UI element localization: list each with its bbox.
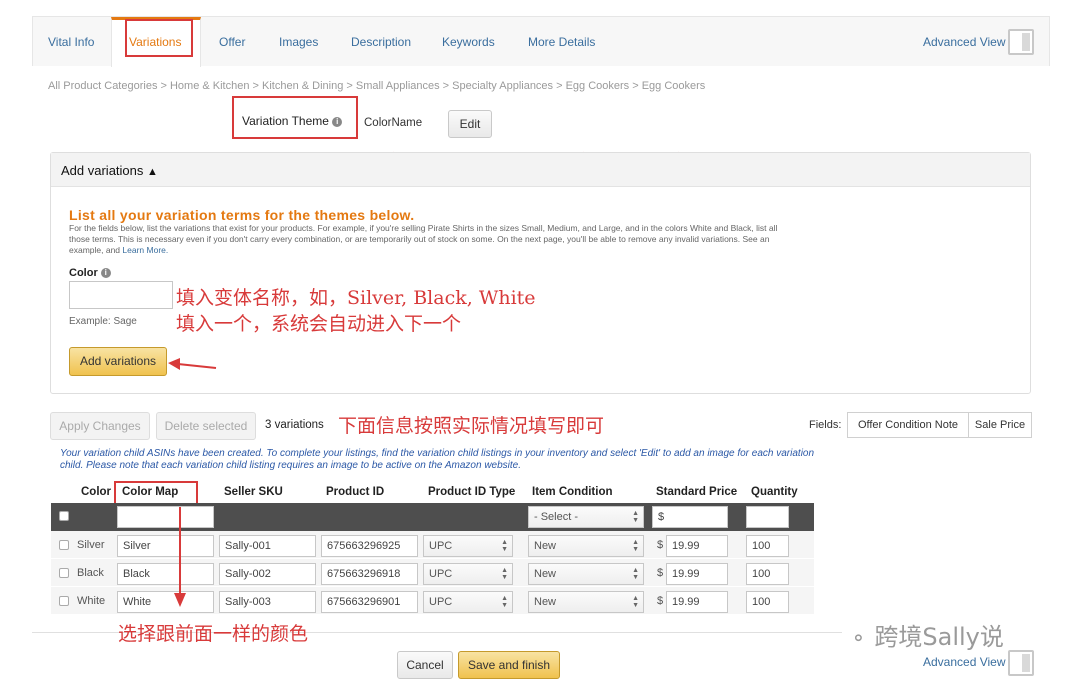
color-example: Example: Sage: [69, 316, 137, 327]
price-input[interactable]: 19.99: [666, 535, 728, 557]
terms-description: For the fields below, list the variation…: [69, 223, 778, 255]
select-arrows-icon: ▲ ▼: [501, 595, 508, 609]
variation-theme-label: Variation Theme i: [242, 114, 343, 128]
annotation-name-note-2: 填入一个，系统会自动进入下一个: [176, 313, 462, 335]
product-id-input[interactable]: 675663296925: [321, 535, 418, 557]
seller-sku-input[interactable]: Sally-003: [219, 591, 316, 613]
seller-sku-input[interactable]: Sally-002: [219, 563, 316, 585]
annotation-color-note: 选择跟前面一样的颜色: [118, 623, 309, 645]
child-asins-notice: Your variation child ASINs have been cre…: [60, 448, 815, 471]
select-arrows-icon: ▲ ▼: [632, 595, 639, 609]
advanced-view-toggle[interactable]: [1008, 29, 1034, 55]
variation-theme-value: ColorName: [364, 117, 423, 129]
quantity-input[interactable]: 100: [746, 563, 789, 585]
breadcrumb[interactable]: All Product Categories > Home & Kitchen …: [48, 80, 705, 92]
price-input[interactable]: 19.99: [666, 591, 728, 613]
add-variations-button[interactable]: Add variations: [69, 347, 167, 376]
delete-selected-button[interactable]: Delete selected: [156, 412, 256, 440]
tab-vital-info[interactable]: Vital Info: [48, 35, 94, 49]
add-variations-title: Add variations ▲: [61, 163, 158, 178]
color-term-input[interactable]: [69, 281, 173, 309]
bulk-condition-select[interactable]: - Select - ▲ ▼: [528, 506, 644, 528]
advanced-view-label-bottom: Advanced View: [923, 655, 1006, 669]
select-arrows-icon: ▲ ▼: [501, 567, 508, 581]
product-id-type-select[interactable]: UPC ▲ ▼: [423, 591, 513, 613]
header-product-id: Product ID: [326, 486, 385, 498]
currency-symbol: $: [657, 595, 664, 607]
row-checkbox[interactable]: [59, 568, 69, 578]
row-color: Black: [77, 567, 104, 579]
tab-description[interactable]: Description: [351, 35, 411, 49]
add-variations-header[interactable]: Add variations ▲: [51, 153, 1030, 187]
fields-label: Fields:: [809, 419, 842, 431]
learn-more-link[interactable]: Learn More.: [122, 245, 168, 255]
field-sale-price[interactable]: Sale Price: [968, 412, 1032, 438]
cancel-button[interactable]: Cancel: [397, 651, 453, 679]
product-id-input[interactable]: 675663296901: [321, 591, 418, 613]
currency-symbol: $: [657, 567, 664, 579]
price-input[interactable]: 19.99: [666, 563, 728, 585]
select-arrows-icon: ▲ ▼: [632, 510, 639, 524]
product-id-type-select[interactable]: UPC ▲ ▼: [423, 535, 513, 557]
field-offer-condition-note[interactable]: Offer Condition Note: [847, 412, 969, 438]
select-arrows-icon: ▲ ▼: [632, 539, 639, 553]
apply-changes-button[interactable]: Apply Changes: [50, 412, 150, 440]
row-color: Silver: [77, 539, 105, 551]
advanced-view-toggle-bottom[interactable]: [1008, 650, 1034, 676]
annotation-arrow-icon: [174, 507, 186, 607]
product-id-input[interactable]: 675663296918: [321, 563, 418, 585]
color-field-label: Color i: [69, 267, 111, 279]
seller-sku-input[interactable]: Sally-001: [219, 535, 316, 557]
color-map-input[interactable]: Silver: [117, 535, 214, 557]
annotation-info-note: 下面信息按照实际情况填写即可: [338, 415, 605, 437]
select-arrows-icon: ▲ ▼: [632, 567, 639, 581]
annotation-name-note-1: 填入变体名称，如，Silver, Black, White: [176, 287, 536, 309]
annotation-box-variations-tab: [125, 19, 193, 57]
advanced-view-label: Advanced View: [923, 35, 1006, 49]
header-quantity: Quantity: [751, 486, 798, 498]
watermark: ⚬ 跨境Sally说: [850, 623, 1004, 651]
item-condition-select[interactable]: New ▲ ▼: [528, 535, 644, 557]
row-color: White: [77, 595, 106, 607]
row-checkbox[interactable]: [59, 540, 69, 550]
select-all-checkbox[interactable]: [59, 511, 69, 521]
terms-title: List all your variation terms for the th…: [69, 207, 415, 223]
row-checkbox[interactable]: [59, 596, 69, 606]
product-id-type-select[interactable]: UPC ▲ ▼: [423, 563, 513, 585]
tab-more-details[interactable]: More Details: [528, 35, 595, 49]
bulk-price-input[interactable]: $: [652, 506, 728, 528]
item-condition-select[interactable]: New ▲ ▼: [528, 591, 644, 613]
quantity-input[interactable]: 100: [746, 591, 789, 613]
tab-offer[interactable]: Offer: [219, 35, 245, 49]
tab-keywords[interactable]: Keywords: [442, 35, 495, 49]
variation-count: 3 variations: [265, 419, 324, 431]
info-icon: i: [332, 116, 343, 127]
color-map-input[interactable]: Black: [117, 563, 214, 585]
edit-theme-button[interactable]: Edit: [448, 110, 492, 138]
bulk-quantity-input[interactable]: [746, 506, 789, 528]
quantity-input[interactable]: 100: [746, 535, 789, 557]
header-seller-sku: Seller SKU: [224, 486, 283, 498]
color-map-input[interactable]: White: [117, 591, 214, 613]
header-product-id-type: Product ID Type: [428, 486, 516, 498]
info-icon: i: [100, 268, 111, 279]
wechat-icon: ⚬: [850, 626, 867, 650]
header-standard-price: Standard Price: [656, 486, 738, 498]
select-arrows-icon: ▲ ▼: [501, 539, 508, 553]
header-item-condition: Item Condition: [532, 486, 613, 498]
header-color: Color: [81, 486, 112, 498]
tab-images[interactable]: Images: [279, 35, 318, 49]
save-and-finish-button[interactable]: Save and finish: [458, 651, 560, 679]
annotation-arrow-icon: [168, 358, 217, 370]
bulk-color-map-input[interactable]: [117, 506, 214, 528]
currency-symbol: $: [657, 539, 664, 551]
chevron-up-icon: ▲: [147, 166, 158, 178]
item-condition-select[interactable]: New ▲ ▼: [528, 563, 644, 585]
